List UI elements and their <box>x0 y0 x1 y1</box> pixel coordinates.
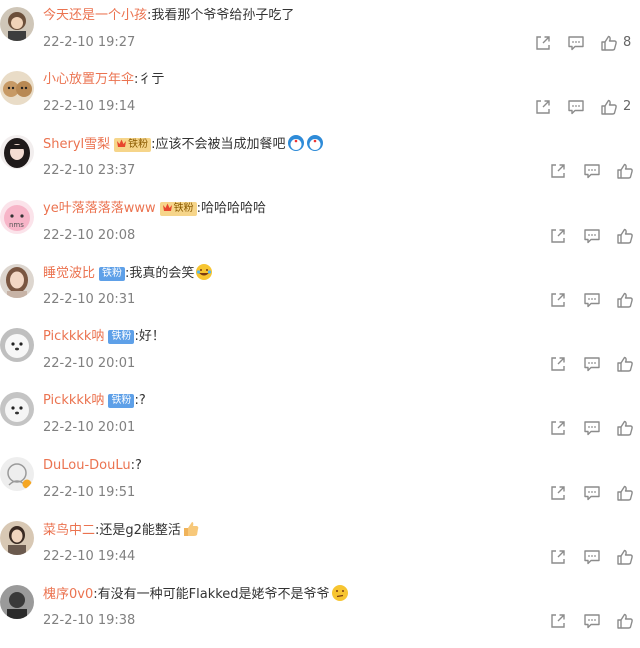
thumbs-up-icon[interactable] <box>599 33 619 53</box>
username-link[interactable]: 菜鸟中二 <box>43 523 95 538</box>
thumbs-up-icon[interactable] <box>615 483 635 503</box>
comment-text: 好！ <box>138 329 165 344</box>
comment-icon[interactable] <box>582 354 602 374</box>
comment-item: DuLou-DouLu:? 22-2-10 19:51 <box>0 456 640 520</box>
thumbs-up-icon[interactable] <box>615 161 635 181</box>
like-count: 2 <box>623 99 632 114</box>
thumbs-up-icon[interactable] <box>615 290 635 310</box>
share-icon[interactable] <box>548 611 568 631</box>
comment-actions <box>0 611 640 631</box>
username-link[interactable]: 今天还是一个小孩 <box>43 8 147 23</box>
share-icon[interactable] <box>548 547 568 567</box>
share-icon[interactable] <box>548 418 568 438</box>
username-link[interactable]: 睡觉波比 <box>43 266 95 281</box>
username-link[interactable]: ye叶落落落落www <box>43 201 156 216</box>
comment-item: 小心放置万年伞:彳亍 22-2-10 19:14 2 <box>0 70 640 134</box>
fan-badge: 铁粉 <box>108 394 135 408</box>
laugh-cry-emoji <box>195 263 213 281</box>
fan-badge: 铁粉 <box>99 267 126 281</box>
fan-badge-label: 铁粉 <box>111 331 132 342</box>
comment-actions: 2 <box>0 97 640 117</box>
thumbs-up-icon[interactable] <box>615 547 635 567</box>
comment-icon[interactable] <box>566 97 586 117</box>
comment-icon[interactable] <box>582 418 602 438</box>
comment-actions <box>0 290 640 310</box>
comment-line: ye叶落落落落www 铁粉:哈哈哈哈哈 <box>43 199 266 219</box>
comment-actions <box>0 354 640 374</box>
thumbs-up-icon[interactable] <box>615 611 635 631</box>
comment-item: Sheryl雪梨 铁粉:应该不会被当成加餐吧 22-2-10 23:37 <box>0 134 640 198</box>
comment-icon[interactable] <box>566 33 586 53</box>
thumbs-up-icon[interactable] <box>615 226 635 246</box>
comment-icon[interactable] <box>582 226 602 246</box>
comment-icon[interactable] <box>582 483 602 503</box>
username-link[interactable]: Pickkkk呐 <box>43 393 104 408</box>
comment-line: 槐序0v0:有没有一种可能Flakked是姥爷不是爷爷 <box>43 584 349 604</box>
doraemon-emoji <box>287 134 325 152</box>
share-icon[interactable] <box>533 97 553 117</box>
username-link[interactable]: 小心放置万年伞 <box>43 72 134 87</box>
thinking-emoji <box>331 584 349 602</box>
fan-badge-label: 铁粉 <box>111 395 132 406</box>
share-icon[interactable] <box>548 226 568 246</box>
comment-item: 今天还是一个小孩:我看那个爷爷给孙子吃了 22-2-10 19:27 8 <box>0 6 640 70</box>
comment-actions <box>0 483 640 503</box>
comment-line: DuLou-DouLu:? <box>43 456 142 476</box>
comment-line: Pickkkk呐 铁粉:? <box>43 391 146 411</box>
thumbs-up-icon[interactable] <box>599 97 619 117</box>
comment-item: 槐序0v0:有没有一种可能Flakked是姥爷不是爷爷 22-2-10 19:38 <box>0 584 640 648</box>
comment-item: Pickkkk呐 铁粉:? 22-2-10 20:01 <box>0 391 640 455</box>
share-icon[interactable] <box>548 483 568 503</box>
fan-badge: 铁粉 <box>159 202 197 216</box>
like-count: 8 <box>623 35 632 50</box>
comment-text: ? <box>135 458 142 473</box>
comment-icon[interactable] <box>582 161 602 181</box>
comment-line: 睡觉波比 铁粉:我真的会笑 <box>43 263 213 283</box>
comment-actions <box>0 547 640 567</box>
share-icon[interactable] <box>548 354 568 374</box>
share-icon[interactable] <box>548 290 568 310</box>
thumbs-up-emoji <box>182 520 200 538</box>
comment-actions: 8 <box>0 33 640 53</box>
comment-icon[interactable] <box>582 611 602 631</box>
share-icon[interactable] <box>548 161 568 181</box>
username-link[interactable]: Pickkkk呐 <box>43 329 104 344</box>
comment-text: 彳亍 <box>138 72 165 87</box>
comment-icon[interactable] <box>582 290 602 310</box>
comment-icon[interactable] <box>582 547 602 567</box>
fan-badge-label: 铁粉 <box>102 268 123 279</box>
comment-text: 哈哈哈哈哈 <box>200 201 266 216</box>
fan-badge-label: 铁粉 <box>173 203 194 214</box>
fan-badge-label: 铁粉 <box>128 139 149 150</box>
comment-item: 菜鸟中二:还是g2能整活 22-2-10 19:44 <box>0 520 640 584</box>
fan-badge: 铁粉 <box>114 138 152 152</box>
comment-text: 有没有一种可能Flakked是姥爷不是爷爷 <box>97 587 330 602</box>
thumbs-up-icon[interactable] <box>615 418 635 438</box>
comment-text: 我真的会笑 <box>129 266 195 281</box>
comment-line: 今天还是一个小孩:我看那个爷爷给孙子吃了 <box>43 6 294 26</box>
comment-item: nms ye叶落落落落www 铁粉:哈哈哈哈哈 22-2-10 20:08 <box>0 199 640 263</box>
comment-item: Pickkkk呐 铁粉:好！ 22-2-10 20:01 <box>0 327 640 391</box>
username-link[interactable]: DuLou-DouLu <box>43 458 131 473</box>
comment-actions <box>0 161 640 181</box>
comment-actions <box>0 226 640 246</box>
username-link[interactable]: Sheryl雪梨 <box>43 137 110 152</box>
comment-text: 应该不会被当成加餐吧 <box>155 137 286 152</box>
share-icon[interactable] <box>533 33 553 53</box>
comment-text: ? <box>138 393 146 408</box>
comment-actions <box>0 418 640 438</box>
comment-line: Sheryl雪梨 铁粉:应该不会被当成加餐吧 <box>43 134 325 154</box>
comment-text: 我看那个爷爷给孙子吃了 <box>151 8 295 23</box>
comment-line: Pickkkk呐 铁粉:好！ <box>43 327 165 347</box>
thumbs-up-icon[interactable] <box>615 354 635 374</box>
comment-line: 小心放置万年伞:彳亍 <box>43 70 164 90</box>
username-link[interactable]: 槐序0v0 <box>43 587 93 602</box>
comment-item: 睡觉波比 铁粉:我真的会笑 22-2-10 20:31 <box>0 263 640 327</box>
fan-badge: 铁粉 <box>108 330 135 344</box>
comment-text: 还是g2能整活 <box>99 523 181 538</box>
comment-line: 菜鸟中二:还是g2能整活 <box>43 520 200 540</box>
